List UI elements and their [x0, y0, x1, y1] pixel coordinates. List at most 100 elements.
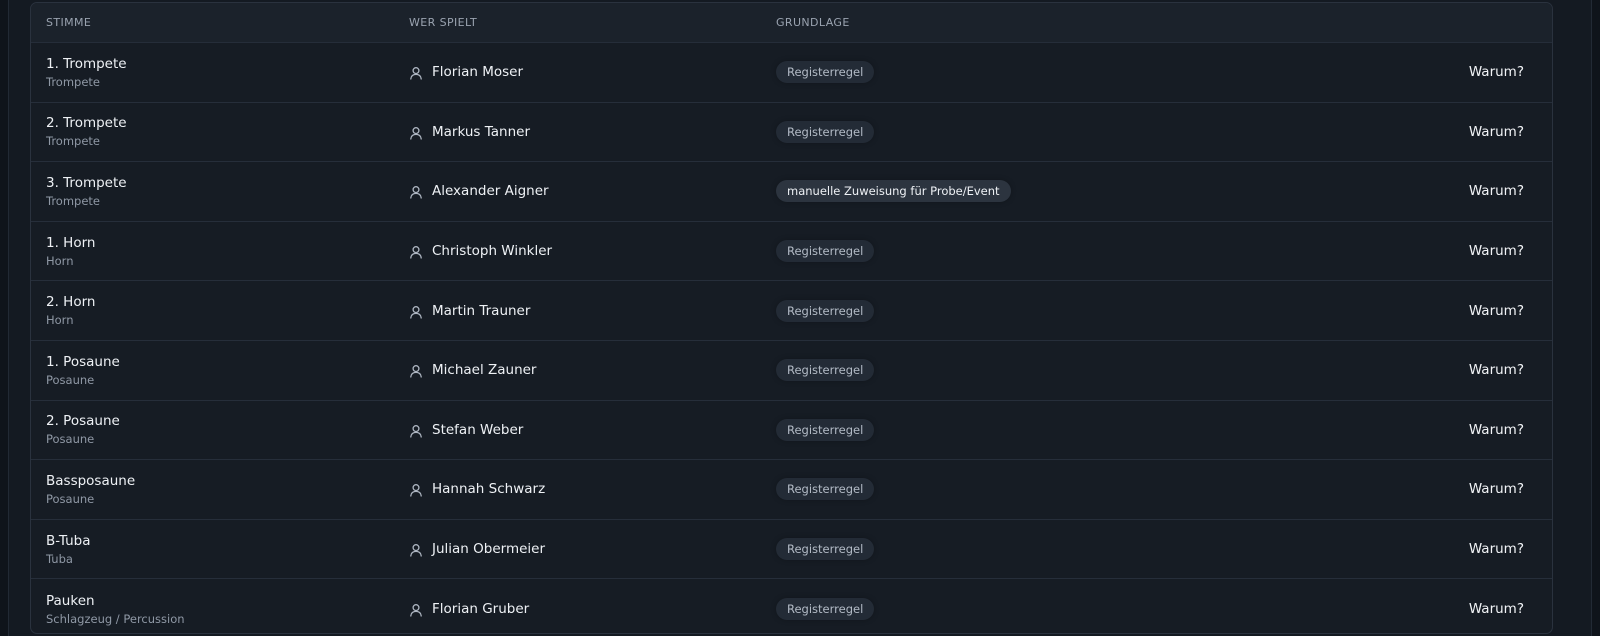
voice-cell: B-Tuba Tuba [46, 520, 91, 579]
player-cell: Alexander Aigner [409, 162, 549, 221]
table-row: Pauken Schlagzeug / Percussion Florian G… [31, 579, 1552, 633]
player-name: Stefan Weber [432, 421, 524, 438]
why-button[interactable]: Warum? [1467, 299, 1526, 323]
voice-name: 2. Posaune [46, 413, 120, 430]
basis-badge: Registerregel [776, 359, 875, 382]
basis-badge: Registerregel [776, 61, 875, 84]
user-icon [409, 363, 423, 378]
player-cell: Stefan Weber [409, 401, 523, 460]
voice-section: Horn [46, 253, 74, 268]
basis-cell: manuelle Zuweisung für Probe/Event [776, 162, 1011, 221]
voice-section: Schlagzeug / Percussion [46, 611, 185, 626]
action-cell: Warum? [1467, 520, 1526, 579]
column-header-grundlage: GRUNDLAGE [776, 16, 850, 29]
voice-cell: 2. Trompete Trompete [46, 103, 127, 162]
voice-name: 3. Trompete [46, 174, 127, 191]
voice-name: Pauken [46, 592, 95, 609]
voice-name: 1. Trompete [46, 55, 127, 72]
why-button[interactable]: Warum? [1467, 120, 1526, 144]
user-icon [409, 542, 423, 557]
voice-section: Tuba [46, 551, 73, 566]
action-cell: Warum? [1467, 43, 1526, 102]
voice-name: 1. Horn [46, 234, 96, 251]
basis-badge: manuelle Zuweisung für Probe/Event [776, 180, 1011, 203]
table-row: 1. Posaune Posaune Michael Zauner Regist… [31, 341, 1552, 401]
table-body: 1. Trompete Trompete Florian Moser Regis… [31, 43, 1552, 633]
voice-cell: 3. Trompete Trompete [46, 162, 127, 221]
player-name: Julian Obermeier [432, 541, 546, 558]
table-row: 1. Trompete Trompete Florian Moser Regis… [31, 43, 1552, 103]
basis-badge: Registerregel [776, 538, 875, 561]
basis-cell: Registerregel [776, 579, 875, 633]
table-row: 2. Posaune Posaune Stefan Weber Register… [31, 401, 1552, 461]
voice-name: Bassposaune [46, 472, 136, 489]
player-name: Florian Gruber [432, 601, 530, 618]
basis-cell: Registerregel [776, 341, 875, 400]
page-background: STIMME WER SPIELT GRUNDLAGE 1. Trompete … [8, 0, 1592, 636]
user-icon [409, 423, 423, 438]
player-cell: Florian Moser [409, 43, 523, 102]
voice-section: Posaune [46, 432, 95, 447]
why-button[interactable]: Warum? [1467, 239, 1526, 263]
user-icon [409, 125, 423, 140]
action-cell: Warum? [1467, 341, 1526, 400]
user-icon [409, 602, 423, 617]
voice-section: Trompete [46, 193, 101, 208]
voice-cell: 2. Posaune Posaune [46, 401, 120, 460]
player-name: Michael Zauner [432, 362, 537, 379]
basis-cell: Registerregel [776, 222, 875, 281]
column-header-wer-spielt: WER SPIELT [409, 16, 478, 29]
basis-cell: Registerregel [776, 103, 875, 162]
user-icon [409, 244, 423, 259]
player-cell: Markus Tanner [409, 103, 530, 162]
player-cell: Julian Obermeier [409, 520, 545, 579]
why-button[interactable]: Warum? [1467, 358, 1526, 382]
user-icon [409, 304, 423, 319]
why-button[interactable]: Warum? [1467, 60, 1526, 84]
action-cell: Warum? [1467, 460, 1526, 519]
player-name: Alexander Aigner [432, 183, 549, 200]
basis-cell: Registerregel [776, 281, 875, 340]
player-cell: Florian Gruber [409, 579, 530, 633]
basis-badge: Registerregel [776, 240, 875, 263]
basis-badge: Registerregel [776, 120, 875, 143]
voice-name: B-Tuba [46, 532, 91, 549]
voice-cell: Bassposaune Posaune [46, 460, 135, 519]
basis-badge: Registerregel [776, 299, 875, 322]
player-name: Martin Trauner [432, 302, 531, 319]
basis-badge: Registerregel [776, 598, 875, 621]
table-row: 2. Horn Horn Martin Trauner Registerrege… [31, 281, 1552, 341]
voice-name: 2. Trompete [46, 115, 127, 132]
basis-cell: Registerregel [776, 43, 875, 102]
voice-name: 2. Horn [46, 294, 96, 311]
basis-badge: Registerregel [776, 478, 875, 501]
voice-cell: 2. Horn Horn [46, 281, 95, 340]
user-icon [409, 482, 423, 498]
basis-cell: Registerregel [776, 401, 875, 460]
why-button[interactable]: Warum? [1467, 477, 1526, 501]
player-name: Florian Moser [432, 64, 523, 81]
basis-badge: Registerregel [776, 418, 875, 441]
player-name: Christoph Winkler [432, 243, 553, 260]
why-button[interactable]: Warum? [1467, 597, 1526, 621]
voice-cell: 1. Trompete Trompete [46, 43, 127, 102]
action-cell: Warum? [1467, 579, 1526, 633]
voice-section: Trompete [46, 134, 101, 149]
basis-cell: Registerregel [776, 460, 875, 519]
user-icon [409, 184, 423, 200]
why-button[interactable]: Warum? [1467, 179, 1526, 203]
table-row: 3. Trompete Trompete Alexander Aigner ma… [31, 162, 1552, 222]
voice-section: Posaune [46, 372, 95, 387]
why-button[interactable]: Warum? [1467, 537, 1526, 561]
player-cell: Christoph Winkler [409, 222, 552, 281]
voice-section: Posaune [46, 491, 95, 506]
action-cell: Warum? [1467, 162, 1526, 221]
basis-cell: Registerregel [776, 520, 875, 579]
player-name: Markus Tanner [432, 123, 531, 140]
action-cell: Warum? [1467, 103, 1526, 162]
why-button[interactable]: Warum? [1467, 418, 1526, 442]
column-header-stimme: STIMME [46, 16, 92, 29]
player-name: Hannah Schwarz [432, 481, 546, 498]
action-cell: Warum? [1467, 222, 1526, 281]
player-cell: Martin Trauner [409, 281, 530, 340]
